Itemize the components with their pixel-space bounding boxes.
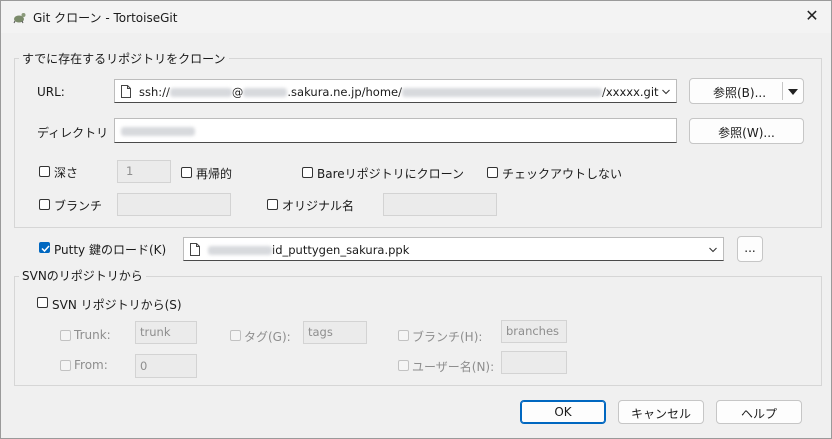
origin-input[interactable] [383,193,497,216]
depth-input[interactable]: 1 [117,160,171,183]
recursive-checkbox[interactable] [181,167,192,178]
no-checkout-checkbox[interactable] [487,167,498,178]
url-combobox[interactable]: ssh://@ .sakura.ne.jp/home//xxxxx.git [114,79,677,103]
close-icon[interactable]: ✕ [801,5,823,27]
depth-label[interactable]: 深さ [54,164,78,181]
trunk-label: Trunk: [74,328,111,342]
recursive-label[interactable]: 再帰的 [196,165,232,182]
file-icon [121,85,131,98]
directory-value [121,124,195,138]
origin-label[interactable]: オリジナル名 [282,197,354,214]
putty-key-combobox[interactable]: id_puttygen_sakura.ppk [183,237,724,261]
putty-label[interactable]: Putty 鍵のロード(K) [54,241,166,258]
tags-checkbox[interactable] [230,330,241,341]
tags-input[interactable]: tags [303,321,367,344]
branch-label[interactable]: ブランチ [54,197,102,214]
no-checkout-label[interactable]: チェックアウトしない [502,165,622,182]
title-bar: Git クローン - TortoiseGit ✕ [1,1,831,33]
trunk-input[interactable]: trunk [135,321,197,344]
from-value: 0 [140,359,148,373]
caret-down-icon[interactable] [788,89,798,95]
putty-browse-button[interactable]: ... [737,236,763,262]
branch-checkbox[interactable] [39,199,50,210]
bare-label[interactable]: Bareリポジトリにクローン [317,165,464,182]
window-title: Git クローン - TortoiseGit [33,11,178,25]
checkmark-icon [41,245,50,253]
branch-input[interactable] [117,193,231,216]
tags-value: tags [308,325,333,339]
clone-group-label: すでに存在するリポジトリをクローン [19,50,229,67]
tortoisegit-icon [13,13,26,24]
depth-value: 1 [126,164,134,178]
url-label: URL: [37,85,65,99]
svn-group-label: SVNのリポジトリから [19,267,146,284]
directory-browse-button[interactable]: 参照(W)... [689,118,804,144]
file-icon [190,243,200,256]
username-label: ユーザー名(N): [412,360,495,374]
username-input[interactable] [501,351,567,374]
ok-button[interactable]: OK [520,400,606,424]
split-divider [782,82,783,100]
from-label: From: [74,358,108,372]
putty-key-value: id_puttygen_sakura.ppk [208,243,409,257]
depth-checkbox[interactable] [39,166,50,177]
dialog-window: Git クローン - TortoiseGit ✕ すでに存在するリポジトリをクロ… [0,0,832,439]
branches-input[interactable]: branches [501,320,567,343]
url-browse-button[interactable]: 参照(B)... [689,78,804,104]
cancel-button[interactable]: キャンセル [618,400,704,424]
directory-input[interactable] [114,118,677,143]
svn-checkbox[interactable] [37,297,48,308]
username-checkbox[interactable] [398,360,409,371]
directory-label: ディレクトリ [37,126,109,140]
branches-checkbox[interactable] [398,330,409,341]
putty-checkbox[interactable] [39,242,50,253]
branches-value: branches [506,324,560,338]
bare-checkbox[interactable] [302,167,313,178]
help-button[interactable]: ヘルプ [716,400,802,424]
trunk-value: trunk [140,325,171,339]
tags-label: タグ(G): [244,330,291,344]
from-input[interactable]: 0 [135,354,197,378]
chevron-down-icon[interactable] [709,246,717,254]
trunk-checkbox[interactable] [60,330,71,341]
chevron-down-icon[interactable] [662,88,670,96]
branches-label: ブランチ(H): [412,330,483,344]
url-value: ssh://@ .sakura.ne.jp/home//xxxxx.git [139,85,659,99]
origin-checkbox[interactable] [267,199,278,210]
from-checkbox[interactable] [60,360,71,371]
svn-label[interactable]: SVN リポジトリから(S) [52,296,182,313]
